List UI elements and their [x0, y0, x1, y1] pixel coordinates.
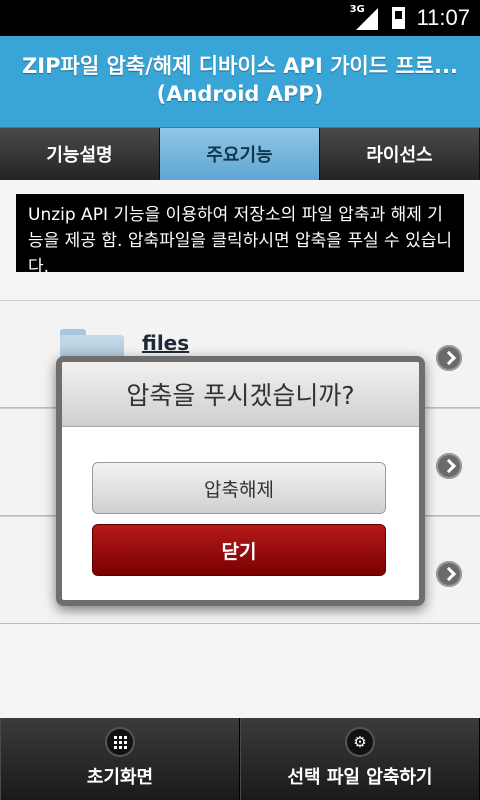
chevron-right-icon[interactable]	[436, 453, 462, 479]
close-button[interactable]: 닫기	[92, 524, 386, 576]
grid-icon	[107, 729, 133, 755]
unzip-dialog: 압축을 푸시겠습니까? 압축해제 닫기	[56, 356, 425, 606]
chevron-right-icon[interactable]	[436, 345, 462, 371]
compress-label: 선택 파일 압축하기	[287, 767, 433, 788]
description-text: Unzip API 기능을 이용하여 저장소의 파일 압축과 해제 기능을 제공…	[16, 194, 464, 272]
home-button[interactable]: 초기화면	[0, 718, 240, 800]
signal-icon: 3G	[350, 4, 378, 30]
status-time: 11:07	[416, 5, 470, 30]
tab-main-features[interactable]: 주요기능	[160, 128, 320, 180]
gear-icon: ⚙	[347, 729, 373, 755]
tab-feature-description[interactable]: 기능설명	[0, 128, 160, 180]
app-header: ZIP파일 압축/해제 디바이스 API 가이드 프로... (Android …	[0, 36, 480, 128]
home-label: 초기화면	[86, 767, 154, 788]
network-type: 3G	[349, 4, 365, 15]
page-subtitle: (Android APP)	[156, 82, 324, 106]
status-bar: 3G 11:07	[0, 0, 480, 36]
file-name[interactable]: files	[142, 331, 189, 355]
tab-bar: 기능설명 주요기능 라이선스	[0, 128, 480, 180]
dialog-title: 압축을 푸시겠습니까?	[62, 362, 419, 427]
tab-license[interactable]: 라이선스	[320, 128, 480, 180]
page-title: ZIP파일 압축/해제 디바이스 API 가이드 프로...	[22, 54, 458, 78]
bottom-bar: 초기화면 ⚙ 선택 파일 압축하기	[0, 718, 480, 800]
unzip-button[interactable]: 압축해제	[92, 462, 386, 514]
compress-selected-button[interactable]: ⚙ 선택 파일 압축하기	[240, 718, 480, 800]
chevron-right-icon[interactable]	[436, 561, 462, 587]
battery-icon	[391, 7, 405, 29]
